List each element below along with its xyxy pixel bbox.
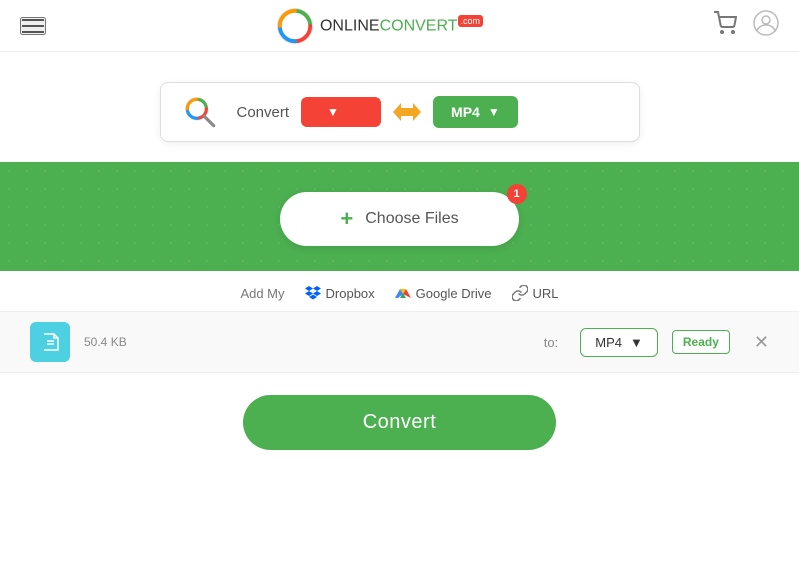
plus-icon: + (340, 206, 353, 232)
dropbox-label: Dropbox (326, 286, 375, 301)
url-label: URL (533, 286, 559, 301)
url-button[interactable]: URL (512, 285, 559, 301)
logo: ONLINECONVERT.com (276, 7, 483, 45)
logo-com: .com (458, 15, 484, 27)
upload-section: + Choose Files 1 (0, 162, 799, 271)
choose-files-button[interactable]: + Choose Files 1 (280, 192, 518, 246)
gdrive-label: Google Drive (416, 286, 492, 301)
url-icon (512, 285, 528, 301)
file-info: 50.4 KB (84, 333, 530, 351)
from-format-arrow: ▼ (327, 105, 339, 119)
header: ONLINECONVERT.com (0, 0, 799, 52)
logo-convert: CONVERT (380, 17, 458, 34)
convert-button[interactable]: Convert (243, 395, 557, 450)
choose-files-label: Choose Files (365, 210, 458, 228)
file-format-dropdown[interactable]: MP4 ▼ (580, 328, 658, 357)
logo-icon (276, 7, 314, 45)
user-button[interactable] (753, 10, 779, 42)
file-size: 50.4 KB (84, 335, 127, 349)
file-type-icon (40, 332, 60, 352)
add-my-label: Add My (240, 286, 284, 301)
file-to-label: to: (544, 335, 558, 350)
file-count-badge: 1 (507, 184, 527, 204)
dropbox-icon (305, 285, 321, 301)
file-format-value: MP4 (595, 335, 622, 350)
ready-status-badge: Ready (672, 330, 730, 354)
arrows-icon (393, 103, 421, 121)
file-thumbnail (30, 322, 70, 362)
to-format-dropdown[interactable]: MP4 ▼ (433, 96, 518, 128)
menu-button[interactable] (20, 17, 46, 35)
add-from-section: Add My Dropbox Google Drive URL (0, 271, 799, 311)
file-format-arrow: ▼ (630, 335, 643, 350)
gdrive-icon (395, 285, 411, 301)
google-drive-button[interactable]: Google Drive (395, 285, 492, 301)
to-format-value: MP4 (451, 104, 480, 120)
dropbox-button[interactable]: Dropbox (305, 285, 375, 301)
logo-online: ONLINE (320, 17, 380, 34)
cart-button[interactable] (713, 11, 737, 41)
search-icon (181, 93, 219, 131)
search-bar-container: Convert ▼ MP4 ▼ (0, 52, 799, 162)
header-icons (713, 10, 779, 42)
from-format-dropdown[interactable]: ▼ (301, 97, 381, 127)
convert-label: Convert (237, 104, 290, 121)
to-format-arrow: ▼ (488, 105, 500, 119)
file-row: 50.4 KB to: MP4 ▼ Ready ✕ (0, 311, 799, 373)
convert-section: Convert (0, 373, 799, 468)
search-bar: Convert ▼ MP4 ▼ (160, 82, 640, 142)
remove-file-button[interactable]: ✕ (754, 332, 769, 353)
logo-text: ONLINECONVERT.com (320, 16, 483, 35)
